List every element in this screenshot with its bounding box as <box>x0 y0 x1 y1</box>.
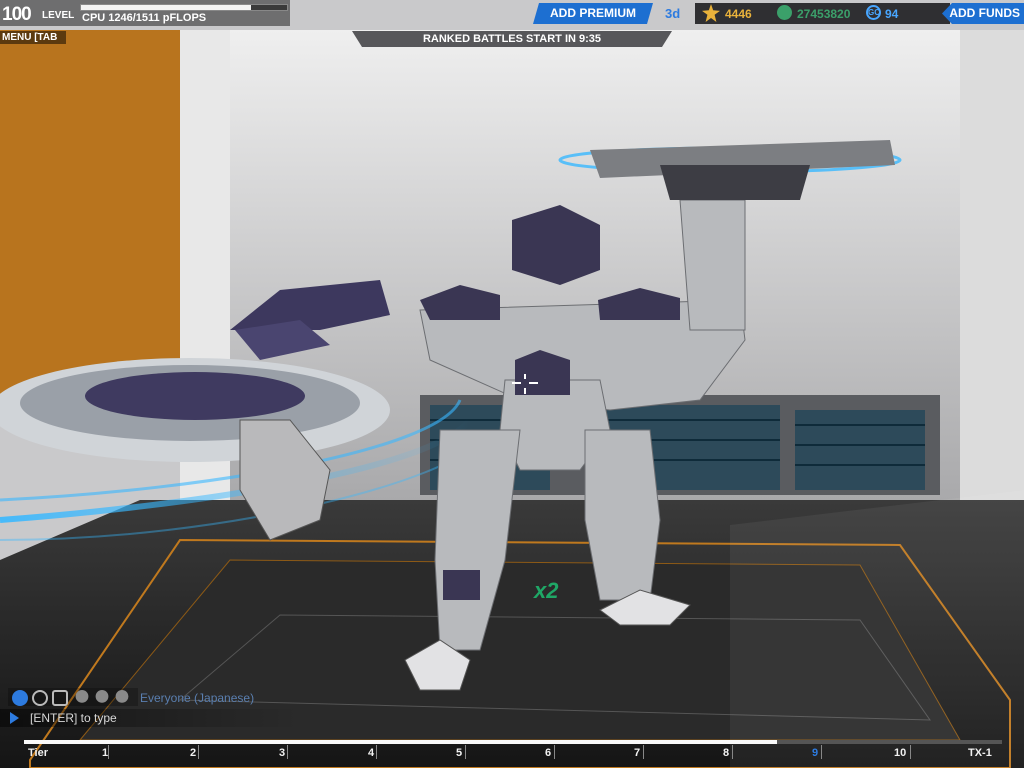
robits-icon <box>777 5 792 20</box>
tier-label: 6 <box>545 747 552 759</box>
cosmetic-credits-icon: GC <box>866 5 881 20</box>
cpu-bar-fill <box>81 5 251 10</box>
cpu-bar <box>80 4 288 11</box>
tier-label: 7 <box>634 747 641 759</box>
globe-icon[interactable] <box>12 690 28 706</box>
tier-label: TX-1 <box>968 747 992 759</box>
cosmetic-credits-value: 94 <box>885 7 899 21</box>
tier-label: 2 <box>190 747 197 759</box>
ranked-timer-text: RANKED BATTLES START IN 9:35 <box>422 33 602 45</box>
tier-label: 10 <box>894 747 907 759</box>
tier-labels: Tier 1 2 3 4 5 6 7 8 9 10 TX-1 <box>24 745 1002 765</box>
add-funds-button[interactable]: ADD FUNDS <box>942 3 1024 24</box>
tier-progress-fill <box>24 740 778 744</box>
crosshair-icon <box>512 374 538 394</box>
tier-label: Tier <box>28 747 48 759</box>
ranked-timer-banner: RANKED BATTLES START IN 9:35 <box>352 31 672 47</box>
robits-value: 27453820 <box>797 7 851 21</box>
top-hud: 100 LEVEL CPU 1246/1511 pFLOPS ADD PREMI… <box>0 0 1024 28</box>
tier-label: 3 <box>279 747 286 759</box>
add-premium-label: ADD PREMIUM <box>550 6 636 20</box>
chat-input-hint: [ENTER] to type <box>30 711 117 725</box>
tier-label: 5 <box>456 747 463 759</box>
tier-label: 8 <box>723 747 730 759</box>
level-label: LEVEL <box>42 10 75 21</box>
add-funds-label: ADD FUNDS <box>949 6 1020 20</box>
level-value: 100 <box>2 4 32 25</box>
party-icon[interactable] <box>52 690 68 706</box>
chat-channel-label[interactable]: Everyone (Japanese) <box>140 691 254 705</box>
menu-button[interactable]: MENU [TAB <box>0 31 66 44</box>
tier-label-active: 9 <box>812 747 819 759</box>
person-icon[interactable] <box>32 690 48 706</box>
add-premium-button[interactable]: ADD PREMIUM <box>533 3 653 24</box>
tier-label: 4 <box>368 747 375 759</box>
multiplier-label: x2 <box>534 578 559 603</box>
xp-value: 4446 <box>725 7 752 21</box>
chat-arrow-icon <box>10 712 19 724</box>
premium-days: 3d <box>665 6 681 21</box>
cpu-text: CPU 1246/1511 pFLOPS <box>82 12 207 24</box>
